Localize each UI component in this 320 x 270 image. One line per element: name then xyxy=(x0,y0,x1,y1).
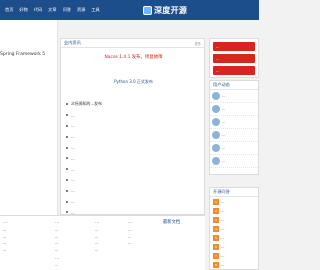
top-navigation-bar: 首页 好物 代码 文章 问答 资源 工具 深度开源 xyxy=(0,0,259,20)
bullet-icon xyxy=(66,200,68,203)
nav-item-goods[interactable]: 好物 xyxy=(19,7,27,13)
hot-qa-item[interactable]: 5... xyxy=(210,233,258,242)
avatar xyxy=(212,105,220,113)
news-item[interactable]: ... xyxy=(66,110,202,121)
rank-badge: 2 xyxy=(213,207,219,214)
nav-item-code[interactable]: 代码 xyxy=(34,7,42,13)
bullet-icon xyxy=(66,178,68,181)
bullet-icon xyxy=(66,146,68,149)
nav-item-tools[interactable]: 工具 xyxy=(91,7,99,13)
avatar xyxy=(212,144,220,152)
hot-qa-item[interactable]: 1... xyxy=(210,197,258,206)
rank-badge: 8 xyxy=(213,261,219,268)
directory-link[interactable]: ... xyxy=(55,248,59,255)
directory-link[interactable]: ... xyxy=(95,248,99,255)
hot-panel-header: 开源问答 xyxy=(210,188,258,197)
nav-item-articles[interactable]: 文章 xyxy=(48,7,56,13)
news-item[interactable]: ... xyxy=(66,153,202,164)
hot-qa-item[interactable]: 4... xyxy=(210,224,258,233)
directory-column-title: ... xyxy=(3,220,8,225)
directory-column: ... ... ... ... xyxy=(128,220,132,248)
news-panel-header: 业内资讯 更多 xyxy=(61,39,204,48)
nav-item-qa[interactable]: 问答 xyxy=(63,7,71,13)
news-item[interactable]: ... xyxy=(66,185,202,196)
avatar xyxy=(212,157,220,165)
news-item[interactable]: ... xyxy=(66,196,202,207)
hot-panel-title: 开源问答 xyxy=(213,189,230,194)
main-nav: 首页 好物 代码 文章 问答 资源 工具 xyxy=(0,0,100,20)
headline-2[interactable]: Python 3.0 正式发布 xyxy=(61,79,206,85)
directory-column-title: ... xyxy=(128,220,133,225)
hot-qa-panel: 开源问答 1... 2... 3... 4... 5... 6... 7... … xyxy=(209,187,259,270)
site-logo[interactable]: 深度开源 xyxy=(143,1,187,19)
hot-qa-item[interactable]: 8... xyxy=(210,260,258,269)
user-activity-row[interactable]: ... xyxy=(210,116,258,129)
directory-link[interactable]: ... xyxy=(128,241,132,248)
directory-column-title: ... xyxy=(55,220,60,225)
banner-title[interactable]: Spring Framework 5 xyxy=(0,52,45,57)
bullet-icon xyxy=(66,211,68,214)
rank-badge: 5 xyxy=(213,234,219,241)
bullet-icon xyxy=(66,135,68,138)
avatar xyxy=(212,118,220,126)
user-activity-row[interactable]: ... xyxy=(210,103,258,116)
left-banner-strip: Spring Framework 5 xyxy=(0,20,58,215)
directory-column-title: ... xyxy=(95,220,100,225)
nav-item-resources[interactable]: 资源 xyxy=(77,7,85,13)
users-panel-header: 用户动态 xyxy=(210,81,258,90)
avatar xyxy=(212,92,220,100)
bullet-icon xyxy=(66,103,68,106)
user-activity-row[interactable]: ... xyxy=(210,142,258,155)
user-activity-row[interactable]: ... xyxy=(210,129,258,142)
bullet-icon xyxy=(66,157,68,160)
bullet-icon xyxy=(66,114,68,117)
directory-link[interactable]: ... xyxy=(3,248,7,255)
news-item[interactable]: ... xyxy=(66,175,202,186)
bullet-icon xyxy=(66,124,68,127)
quick-actions-panel: ... ... ... xyxy=(209,38,259,78)
latest-docs-header: 最新文档 xyxy=(163,220,181,225)
avatar xyxy=(212,131,220,139)
logo-icon xyxy=(143,5,152,15)
news-item[interactable]: 众所周知的...发布 xyxy=(66,99,202,110)
news-list: 众所周知的...发布 ... ... ... ... ... ... ... .… xyxy=(66,99,202,218)
user-activity-row[interactable]: ... xyxy=(210,90,258,103)
hot-qa-item[interactable]: 3... xyxy=(210,215,258,224)
news-more-link[interactable]: 更多 xyxy=(195,41,201,46)
bullet-icon xyxy=(66,189,68,192)
hot-qa-item[interactable]: 6... xyxy=(210,242,258,251)
bullet-icon xyxy=(66,168,68,171)
user-activity-panel: 用户动态 ... ... ... ... ... ... xyxy=(209,80,259,175)
rank-badge: 3 xyxy=(213,216,219,223)
directory-column: ... ... ... ... ... ... ... ... xyxy=(55,220,59,270)
news-item[interactable]: ... xyxy=(66,131,202,142)
news-panel-title: 业内资讯 xyxy=(64,40,81,45)
news-item[interactable]: ... xyxy=(66,142,202,153)
rank-badge: 1 xyxy=(213,198,219,205)
rank-badge: 7 xyxy=(213,252,219,259)
quick-action-button[interactable]: ... xyxy=(213,66,255,75)
hot-qa-item[interactable]: 7... xyxy=(210,251,258,260)
quick-action-button[interactable]: ... xyxy=(213,42,255,51)
user-activity-row[interactable]: ... xyxy=(210,155,258,168)
hot-qa-item[interactable]: 2... xyxy=(210,206,258,215)
news-item[interactable]: ... xyxy=(66,164,202,175)
directory-subtitle: ... xyxy=(55,256,60,261)
brand-name: 深度开源 xyxy=(154,5,188,15)
nav-item-home[interactable]: 首页 xyxy=(5,7,13,13)
users-panel-title: 用户动态 xyxy=(213,82,230,87)
industry-news-panel: 业内资讯 更多 Nacos 1.4.1 发布，修复故障 Python 3.0 正… xyxy=(60,38,205,215)
news-item[interactable]: ... xyxy=(66,121,202,132)
headline-1[interactable]: Nacos 1.4.1 发布，修复故障 xyxy=(61,54,206,60)
rank-badge: 4 xyxy=(213,225,219,232)
directory-column: ... ... ... ... ... xyxy=(95,220,99,254)
quick-action-button[interactable]: ... xyxy=(213,54,255,63)
rank-badge: 6 xyxy=(213,243,219,250)
directory-column: ... ... ... ... ... xyxy=(3,220,7,254)
